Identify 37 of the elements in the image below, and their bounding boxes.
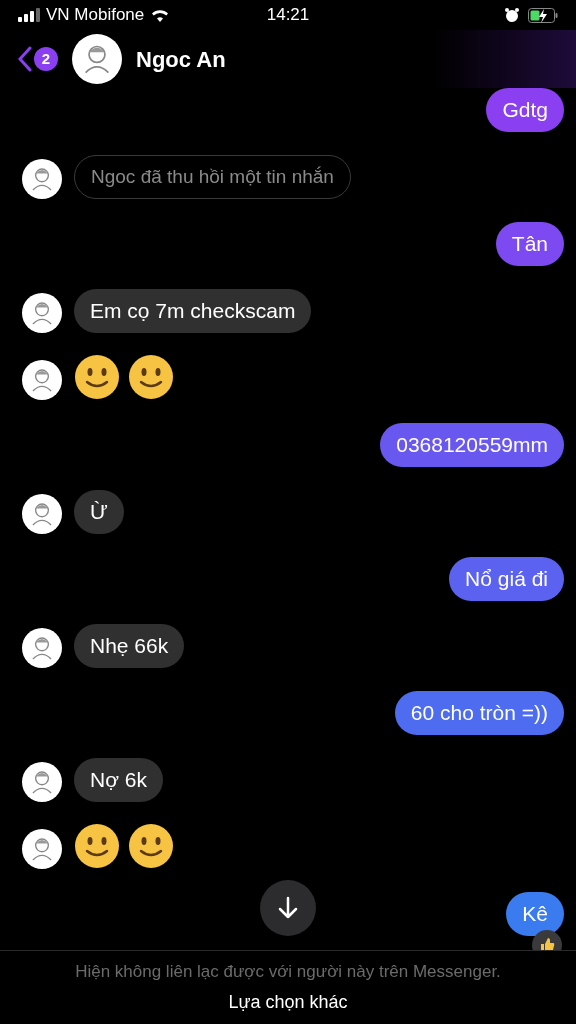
sent-message: Tân xyxy=(495,222,564,266)
carrier-name: VN Mobifone xyxy=(46,4,145,27)
received-message: Nhẹ 66k xyxy=(74,624,185,668)
signal-icon xyxy=(18,8,40,22)
sent-message: Gdtg xyxy=(486,88,564,132)
back-button[interactable]: 2 xyxy=(18,46,58,72)
unread-badge: 2 xyxy=(34,47,58,71)
sent-message: 60 cho tròn =)) xyxy=(394,691,564,735)
avatar-icon xyxy=(72,34,122,84)
contact-name[interactable]: Ngoc An xyxy=(136,42,226,76)
avatar-icon xyxy=(22,159,62,199)
battery-icon xyxy=(528,7,558,23)
smiley-icon xyxy=(128,823,174,869)
avatar-icon xyxy=(22,494,62,534)
avatar-icon xyxy=(22,628,62,668)
unavailable-notice: Hiện không liên lạc được với người này trên Messenger. xyxy=(75,961,501,984)
sent-message: Nổ giá đi xyxy=(449,557,564,601)
received-message: Em cọ 7m checkscam xyxy=(74,289,312,333)
smiley-icon xyxy=(74,823,120,869)
avatar-icon xyxy=(22,360,62,400)
other-options-link[interactable]: Lựa chọn khác xyxy=(228,988,348,1016)
alarm-icon xyxy=(504,7,520,23)
smiley-icon xyxy=(128,354,174,400)
received-message: Ừ xyxy=(74,490,124,534)
thumbs-up-icon xyxy=(539,937,555,950)
sent-message: Kê xyxy=(506,892,564,936)
smiley-icon xyxy=(74,354,120,400)
received-message: Nợ 6k xyxy=(74,758,163,802)
wifi-icon xyxy=(150,8,171,22)
down-arrow-icon xyxy=(277,896,299,920)
scroll-down-button[interactable] xyxy=(260,880,316,936)
avatar-icon xyxy=(22,762,62,802)
avatar-icon xyxy=(22,829,62,869)
back-chevron-icon xyxy=(18,46,32,72)
sent-message: 0368120559mm xyxy=(380,423,564,467)
avatar-icon xyxy=(22,293,62,333)
clock-time: 14:21 xyxy=(265,4,311,27)
